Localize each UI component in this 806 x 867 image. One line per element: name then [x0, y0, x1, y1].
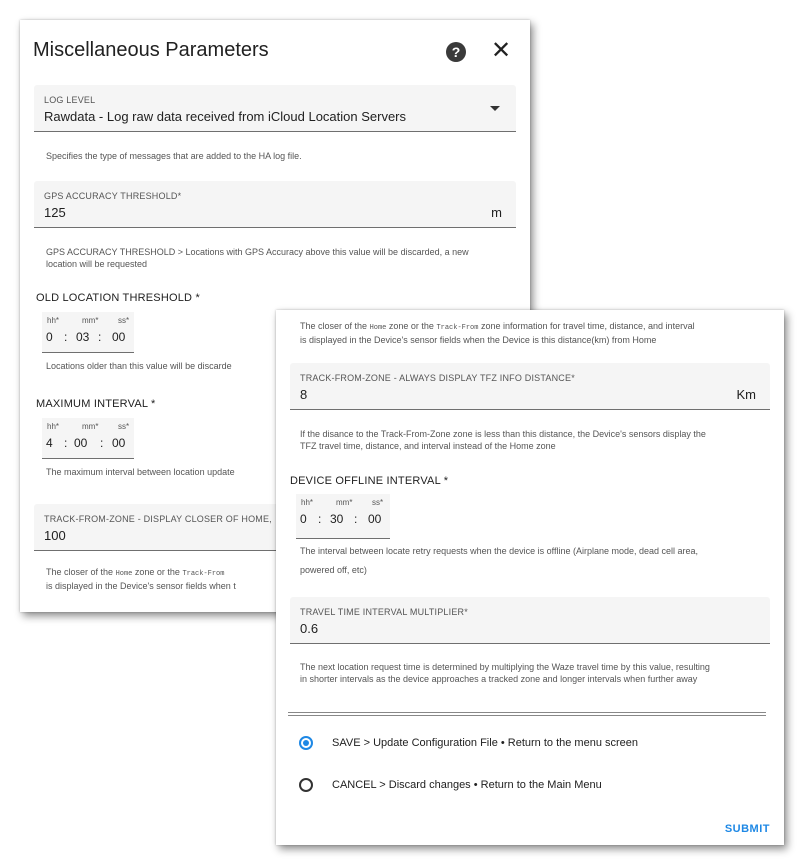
ss-label: ss*: [118, 316, 130, 325]
gps-accuracy-label: GPS ACCURACY THRESHOLD*: [44, 191, 182, 201]
mm-value[interactable]: 00: [74, 436, 87, 450]
divider: [288, 712, 766, 713]
gps-accuracy-unit: m: [491, 205, 502, 220]
ss-label: ss*: [118, 422, 130, 431]
log-level-value: Rawdata - Log raw data received from iCl…: [44, 109, 407, 124]
dialog-title: Miscellaneous Parameters: [33, 39, 269, 61]
track-from-code: Track-From: [436, 324, 479, 332]
ss-value[interactable]: 00: [112, 330, 125, 344]
tfz-distance-field[interactable]: TRACK-FROM-ZONE - ALWAYS DISPLAY TFZ INF…: [290, 363, 770, 410]
save-radio-label[interactable]: SAVE > Update Configuration File • Retur…: [332, 737, 638, 749]
hh-value[interactable]: 0: [300, 512, 307, 526]
tfz-top-helper: The closer of the Home zone or the Track…: [300, 320, 695, 346]
helper-text: zone or the: [388, 321, 434, 331]
helper-text: zone information for travel time, distan…: [480, 321, 695, 331]
travel-multiplier-field[interactable]: TRAVEL TIME INTERVAL MULTIPLIER* 0.6: [290, 597, 770, 644]
track-from-zone-value: 100: [44, 528, 66, 543]
gps-accuracy-field[interactable]: GPS ACCURACY THRESHOLD* 125 m: [34, 181, 516, 228]
time-separator: :: [318, 512, 322, 526]
submit-button[interactable]: SUBMIT: [725, 823, 770, 835]
offline-interval-title: DEVICE OFFLINE INTERVAL *: [290, 475, 449, 487]
hh-label: hh*: [47, 422, 60, 431]
mm-label: mm*: [336, 498, 353, 507]
max-interval-helper: The maximum interval between location up…: [46, 467, 235, 477]
divider: [288, 715, 766, 716]
helper-text: zone or the: [134, 567, 180, 577]
old-location-duration[interactable]: hh* mm* ss* 0 : 03 : 00: [42, 312, 134, 353]
helper-text: The closer of the: [46, 567, 114, 577]
gps-accuracy-helper-line2: location will be requested: [46, 259, 148, 269]
helper-text: is displayed in the Device's sensor fiel…: [300, 335, 657, 345]
max-interval-title: MAXIMUM INTERVAL *: [36, 398, 156, 410]
tfz-distance-helper: If the disance to the Track-From-Zone zo…: [300, 428, 706, 452]
cancel-radio[interactable]: [299, 778, 313, 792]
dropdown-arrow-icon[interactable]: [490, 106, 500, 111]
helper-text: is displayed in the Device's sensor fiel…: [46, 581, 236, 591]
time-separator: :: [64, 330, 68, 344]
home-code: Home: [115, 570, 133, 578]
mm-label: mm*: [82, 316, 99, 325]
gps-accuracy-helper: GPS ACCURACY THRESHOLD > Locations with …: [46, 246, 469, 270]
mm-value[interactable]: 03: [76, 330, 89, 344]
track-from-code: Track-From: [182, 570, 225, 578]
tfz-distance-unit: Km: [736, 387, 757, 402]
travel-multiplier-value: 0.6: [300, 621, 319, 636]
helper-text: The interval between locate retry reques…: [300, 546, 699, 556]
help-icon[interactable]: ?: [446, 42, 466, 62]
helper-text: The next location request time is determ…: [300, 662, 710, 672]
cancel-radio-label[interactable]: CANCEL > Discard changes • Return to the…: [332, 779, 602, 791]
ss-value[interactable]: 00: [368, 512, 381, 526]
helper-text: powered off, etc): [300, 565, 367, 575]
misc-parameters-dialog-scrolled: The closer of the Home zone or the Track…: [276, 310, 784, 845]
travel-multiplier-helper: The next location request time is determ…: [300, 661, 710, 685]
hh-label: hh*: [47, 316, 60, 325]
helper-text: TFZ travel time, distance, and interval …: [300, 441, 556, 451]
ss-value[interactable]: 00: [112, 436, 125, 450]
log-level-label: LOG LEVEL: [44, 95, 96, 105]
ss-label: ss*: [372, 498, 384, 507]
time-separator: :: [64, 436, 68, 450]
hh-value[interactable]: 0: [46, 330, 53, 344]
max-interval-duration[interactable]: hh* mm* ss* 4 : 00 : 00: [42, 418, 134, 459]
log-level-select[interactable]: LOG LEVEL Rawdata - Log raw data receive…: [34, 85, 516, 132]
track-from-zone-label: TRACK-FROM-ZONE - DISPLAY CLOSER OF HOME…: [44, 514, 272, 524]
log-level-helper: Specifies the type of messages that are …: [46, 151, 302, 161]
gps-accuracy-helper-line1: GPS ACCURACY THRESHOLD > Locations with …: [46, 247, 469, 257]
time-separator: :: [98, 330, 102, 344]
helper-text: in shorter intervals as the device appro…: [300, 674, 698, 684]
offline-interval-duration[interactable]: hh* mm* ss* 0 : 30 : 00: [296, 494, 390, 539]
tfz-distance-label: TRACK-FROM-ZONE - ALWAYS DISPLAY TFZ INF…: [300, 373, 575, 383]
time-separator: :: [354, 512, 358, 526]
helper-text: If the disance to the Track-From-Zone zo…: [300, 429, 706, 439]
old-location-title: OLD LOCATION THRESHOLD *: [36, 292, 200, 304]
close-icon[interactable]: ✕: [491, 39, 511, 63]
time-separator: :: [100, 436, 104, 450]
old-location-helper: Locations older than this value will be …: [46, 361, 232, 371]
hh-value[interactable]: 4: [46, 436, 53, 450]
track-from-zone-helper: The closer of the Home zone or the Track…: [46, 566, 236, 592]
travel-multiplier-label: TRAVEL TIME INTERVAL MULTIPLIER*: [300, 607, 468, 617]
gps-accuracy-value: 125: [44, 205, 66, 220]
hh-label: hh*: [301, 498, 314, 507]
home-code: Home: [369, 324, 387, 332]
helper-text: The closer of the: [300, 321, 368, 331]
save-radio[interactable]: [299, 736, 313, 750]
mm-value[interactable]: 30: [330, 512, 343, 526]
offline-interval-helper: The interval between locate retry reques…: [300, 542, 698, 580]
mm-label: mm*: [82, 422, 99, 431]
tfz-distance-value: 8: [300, 387, 308, 402]
